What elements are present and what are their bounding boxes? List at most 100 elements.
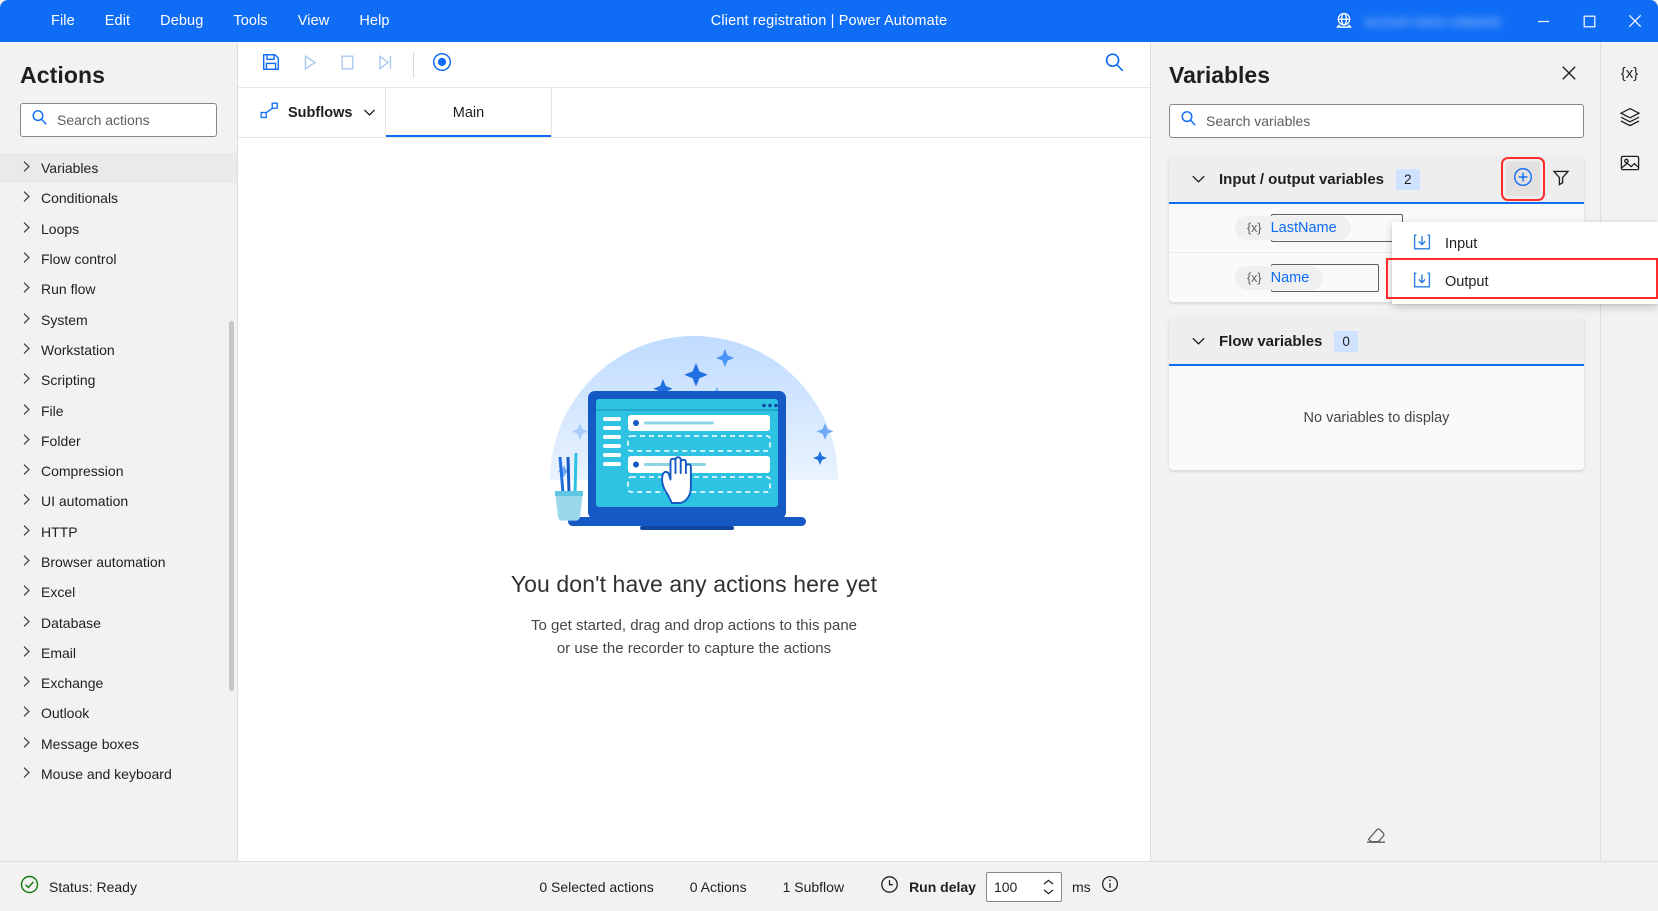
menu-item-view[interactable]: View bbox=[283, 7, 345, 35]
chevron-right-icon bbox=[22, 463, 31, 479]
menu-item-debug[interactable]: Debug bbox=[145, 7, 218, 35]
action-category-conditionals[interactable]: Conditionals bbox=[0, 183, 237, 213]
actions-category-list[interactable]: Variables Conditionals Loops Flow contro… bbox=[0, 153, 237, 861]
action-category-message-boxes[interactable]: Message boxes bbox=[0, 729, 237, 759]
rail-variables-button[interactable]: {x} bbox=[1609, 52, 1651, 94]
run-button[interactable] bbox=[290, 49, 328, 81]
globe-icon bbox=[1333, 10, 1355, 32]
eraser-icon bbox=[1365, 826, 1387, 849]
action-category-label: Folder bbox=[41, 433, 81, 449]
selected-actions-count: 0 Selected actions bbox=[539, 879, 653, 895]
rail-ui-elements-button[interactable] bbox=[1609, 98, 1651, 140]
action-category-label: Browser automation bbox=[41, 554, 166, 570]
add-variable-dropdown-menu[interactable]: Input Output bbox=[1392, 222, 1658, 304]
stepper-arrows[interactable] bbox=[1042, 873, 1055, 901]
chevron-right-icon bbox=[22, 584, 31, 600]
actions-scrollbar-thumb[interactable] bbox=[229, 321, 234, 691]
flow-variables-header[interactable]: Flow variables 0 bbox=[1169, 318, 1584, 366]
recorder-button[interactable] bbox=[423, 49, 461, 81]
chevron-right-icon bbox=[22, 221, 31, 237]
action-category-flow-control[interactable]: Flow control bbox=[0, 244, 237, 274]
chevron-down-icon[interactable] bbox=[1183, 174, 1213, 184]
action-category-label: Workstation bbox=[41, 342, 115, 358]
search-icon bbox=[31, 109, 48, 131]
action-category-exchange[interactable]: Exchange bbox=[0, 668, 237, 698]
chevron-right-icon bbox=[22, 433, 31, 449]
variables-pane-title: Variables bbox=[1169, 62, 1270, 89]
close-variables-pane-button[interactable] bbox=[1554, 60, 1584, 90]
menu-item-tools[interactable]: Tools bbox=[218, 7, 282, 35]
action-category-database[interactable]: Database bbox=[0, 607, 237, 637]
chevron-down-icon[interactable] bbox=[1183, 336, 1213, 346]
chevron-right-icon bbox=[22, 766, 31, 782]
power-automate-window: File Edit Debug Tools View Help Client r… bbox=[0, 0, 1658, 911]
action-category-excel[interactable]: Excel bbox=[0, 577, 237, 607]
action-category-run-flow[interactable]: Run flow bbox=[0, 274, 237, 304]
menu-item-edit[interactable]: Edit bbox=[90, 7, 145, 35]
clear-variables-button[interactable] bbox=[1151, 826, 1600, 849]
title-bar: File Edit Debug Tools View Help Client r… bbox=[0, 0, 1658, 42]
input-output-variables-count: 2 bbox=[1396, 169, 1420, 190]
chevron-right-icon bbox=[22, 675, 31, 691]
action-category-label: Database bbox=[41, 615, 101, 631]
action-category-folder[interactable]: Folder bbox=[0, 426, 237, 456]
action-category-workstation[interactable]: Workstation bbox=[0, 335, 237, 365]
chevron-down-icon bbox=[363, 105, 376, 121]
minimize-button[interactable] bbox=[1520, 0, 1566, 42]
add-variable-button[interactable] bbox=[1506, 162, 1540, 196]
action-category-label: Run flow bbox=[41, 281, 95, 297]
image-icon bbox=[1619, 152, 1641, 179]
input-output-variables-header[interactable]: Input / output variables 2 bbox=[1169, 156, 1584, 204]
action-category-variables[interactable]: Variables bbox=[0, 153, 237, 183]
filter-variables-button[interactable] bbox=[1544, 162, 1578, 196]
tab-subflows-label: Subflows bbox=[288, 105, 352, 121]
maximize-button[interactable] bbox=[1566, 0, 1612, 42]
stop-icon bbox=[338, 53, 357, 77]
action-category-http[interactable]: HTTP bbox=[0, 517, 237, 547]
action-category-loops[interactable]: Loops bbox=[0, 214, 237, 244]
action-category-scripting[interactable]: Scripting bbox=[0, 365, 237, 395]
rail-images-button[interactable] bbox=[1609, 144, 1651, 186]
input-output-variables-label: Input / output variables bbox=[1219, 171, 1384, 188]
action-category-file[interactable]: File bbox=[0, 395, 237, 425]
flow-toolbar bbox=[238, 42, 1150, 88]
search-variables-input[interactable]: Search variables bbox=[1169, 104, 1584, 138]
chevron-right-icon bbox=[22, 342, 31, 358]
variable-chip[interactable]: {x} LastName bbox=[1235, 216, 1351, 240]
tab-subflows[interactable]: Subflows bbox=[238, 88, 386, 137]
action-category-browser-automation[interactable]: Browser automation bbox=[0, 547, 237, 577]
action-category-label: Excel bbox=[41, 584, 75, 600]
action-category-system[interactable]: System bbox=[0, 304, 237, 334]
flow-search-button[interactable] bbox=[1092, 48, 1136, 82]
search-variables-placeholder: Search variables bbox=[1206, 113, 1310, 129]
action-category-label: Scripting bbox=[41, 372, 95, 388]
flow-variables-empty-text: No variables to display bbox=[1169, 366, 1584, 470]
run-delay-info-button[interactable] bbox=[1101, 875, 1119, 898]
flow-variables-group: Flow variables 0 No variables to display bbox=[1169, 318, 1584, 470]
action-category-outlook[interactable]: Outlook bbox=[0, 698, 237, 728]
action-category-email[interactable]: Email bbox=[0, 638, 237, 668]
run-delay-stepper[interactable]: 100 bbox=[986, 872, 1062, 902]
search-icon bbox=[1180, 110, 1197, 132]
action-category-mouse-and-keyboard[interactable]: Mouse and keyboard bbox=[0, 759, 237, 789]
tab-main[interactable]: Main bbox=[386, 88, 552, 137]
dropdown-item-output[interactable]: Output bbox=[1392, 263, 1658, 301]
subflow-count: 1 Subflow bbox=[783, 879, 844, 895]
input-variable-icon bbox=[1412, 232, 1432, 256]
run-next-action-button[interactable] bbox=[366, 49, 404, 81]
account-name: account name redacted bbox=[1364, 14, 1500, 29]
account-info[interactable]: account name redacted bbox=[1327, 6, 1506, 36]
search-actions-input[interactable]: Search actions bbox=[20, 103, 217, 137]
dropdown-item-input[interactable]: Input bbox=[1392, 225, 1658, 263]
close-button[interactable] bbox=[1612, 0, 1658, 42]
action-category-label: UI automation bbox=[41, 493, 128, 509]
app-body: Actions Search actions Variables Conditi… bbox=[0, 42, 1658, 861]
stop-button[interactable] bbox=[328, 49, 366, 81]
action-category-ui-automation[interactable]: UI automation bbox=[0, 486, 237, 516]
flow-canvas[interactable]: You don't have any actions here yet To g… bbox=[238, 138, 1150, 861]
variable-chip[interactable]: {x} Name bbox=[1235, 266, 1323, 290]
action-category-compression[interactable]: Compression bbox=[0, 456, 237, 486]
menu-item-help[interactable]: Help bbox=[344, 7, 404, 35]
menu-item-file[interactable]: File bbox=[36, 7, 90, 35]
save-button[interactable] bbox=[252, 49, 290, 81]
